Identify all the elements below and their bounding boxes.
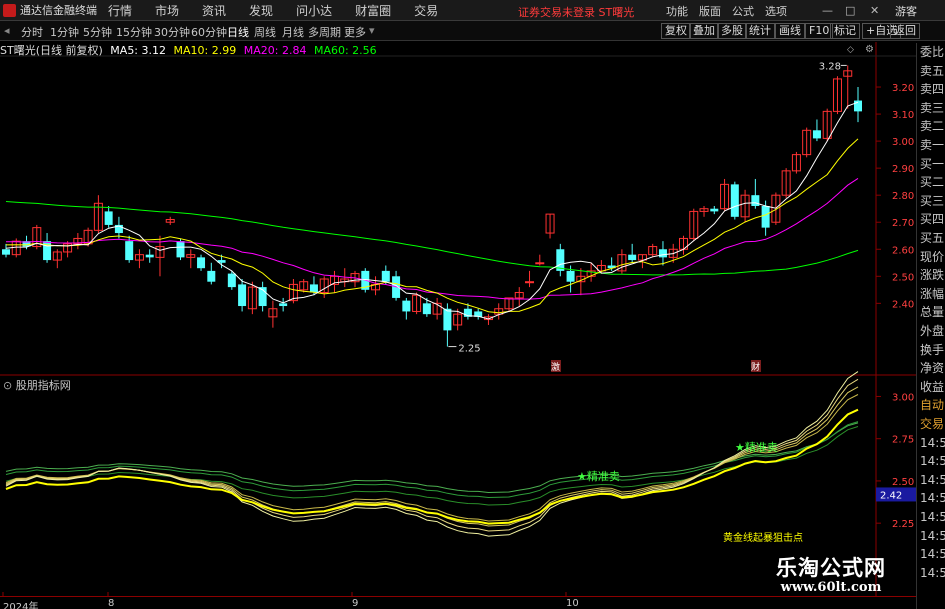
candle-body-down (761, 206, 770, 228)
indicator-tick-label: 2.75 (892, 435, 914, 446)
candle-body-down (197, 257, 206, 269)
quote-panel-label: 14:56 (920, 491, 945, 506)
indicator-tick-label: 2.25 (892, 519, 914, 530)
price-tick-label: 2.40 (892, 299, 914, 310)
quote-panel-label: 外盘 (920, 324, 945, 338)
candle-body-down (812, 130, 821, 139)
candle-body-down (443, 308, 452, 331)
candle-body-down (710, 208, 719, 212)
candle-body-down (658, 249, 667, 258)
sell-signal-label: ★精准卖 (735, 441, 778, 454)
quote-panel-label: 涨跌 (920, 268, 945, 283)
quote-panel-label: 卖二 (920, 119, 945, 134)
quote-panel-label: 收益 (920, 379, 945, 394)
diamond-icon: ◇ (847, 45, 854, 55)
date-axis: 2024年 8 9 10 (0, 596, 916, 609)
candle-body-down (628, 254, 637, 261)
quote-panel-label: 现价 (920, 249, 945, 264)
quote-panel-label: 买一 (920, 156, 945, 171)
candle-body-down (238, 284, 247, 307)
low-annotation: 2.25 (458, 344, 480, 355)
candle-body-up (525, 281, 535, 284)
price-tick-label: 2.60 (892, 245, 914, 256)
price-tick-label: 3.20 (892, 83, 914, 94)
quote-panel-label: 卖四 (920, 82, 945, 97)
sell-signal-label: ★精准卖 (577, 470, 620, 483)
indicator-title: ⊙ 股朋指标网 (3, 377, 71, 393)
candlestick-chart[interactable]: 3.20 3.10 3.00 2.90 2.80 2.70 2.60 2.50 2.40 3.28… (0, 0, 945, 609)
indicator-tick-label: 3.00 (892, 392, 914, 403)
candle-body-down (2, 249, 10, 255)
quote-side-panel: 委比卖五卖四卖三卖二卖一买一买二买三买四买五现价涨跌涨幅总量外盘换手净资收益自动… (916, 43, 945, 609)
candle-body-down (227, 273, 236, 288)
price-tick-label: 2.90 (892, 164, 914, 175)
candle-body-down (381, 270, 390, 282)
candle-body-down (566, 270, 575, 282)
candle-body-down (854, 100, 862, 112)
settings-icon: ⚙ (865, 44, 874, 55)
quote-panel-label: 买二 (920, 175, 945, 190)
quote-panel-label: 买四 (920, 212, 945, 227)
watermark-url: www.60lt.com (780, 580, 882, 595)
indicator-gold-line-4 (5, 371, 859, 537)
indicator-name: 股朋指标网 (15, 379, 71, 392)
candle-body-down (402, 300, 411, 312)
event-marker-label: 财 (751, 361, 760, 373)
candle-body-down (145, 254, 154, 258)
price-tick-label: 2.50 (892, 272, 914, 283)
quote-panel-label: 14:56 (920, 528, 945, 543)
indicator-gold-line-2 (5, 386, 859, 527)
indicator-note: 黄金线起暴狙击点 (723, 531, 803, 544)
quote-panel-label: 买五 (920, 231, 945, 245)
price-tick-label: 3.00 (892, 137, 914, 148)
quote-panel-label: 自动 (920, 398, 945, 413)
quote-panel-label: 14:56 (920, 454, 945, 469)
candle-body-down (730, 184, 739, 217)
candle-body-down (279, 303, 288, 307)
event-marker-label: 激 (551, 361, 560, 373)
indicator-gold-line-3 (5, 378, 859, 532)
quote-panel-label: 换手 (920, 342, 945, 357)
indicator-icon: ⊙ (3, 379, 13, 392)
quote-panel-label: 交易 (920, 417, 945, 431)
price-tick-label: 3.10 (892, 110, 914, 121)
price-tick-label: 2.70 (892, 218, 914, 229)
watermark: 乐淘公式网 www.60lt.com (776, 556, 886, 595)
quote-panel-label: 涨幅 (920, 286, 945, 301)
date-tick: 9 (352, 598, 359, 609)
quote-panel-label: 14:56 (920, 435, 945, 450)
price-tick-label: 2.80 (892, 191, 914, 202)
quote-panel-label: 卖三 (920, 100, 945, 115)
watermark-title: 乐淘公式网 (776, 556, 886, 580)
date-tick: 10 (566, 598, 579, 609)
ma5-line (5, 101, 859, 320)
quote-panel-label: 14:56 (920, 565, 945, 580)
candle-body-down (422, 303, 431, 315)
current-value-label: 2.42 (880, 490, 902, 501)
quote-panel-label: 买三 (920, 193, 945, 208)
ma10-line (5, 138, 859, 314)
candle-body-down (176, 241, 185, 258)
candle-body-down (207, 270, 216, 282)
indicator-green-line-3 (5, 426, 859, 506)
candle-body-down (104, 211, 113, 225)
quote-panel-label: 14:56 (920, 510, 945, 524)
quote-panel-label: 卖五 (920, 63, 945, 78)
quote-panel-label: 净资 (920, 361, 945, 376)
quote-panel-label: 委比 (920, 45, 945, 59)
candle-body-down (751, 195, 760, 206)
candle-body-down (309, 284, 318, 293)
indicator-tick-label: 2.50 (892, 477, 914, 488)
quote-panel-label: 总量 (920, 305, 945, 320)
quote-panel-label: 卖一 (920, 138, 945, 152)
date-tick: 2024年 (3, 602, 39, 609)
candle-body-up (535, 262, 545, 265)
high-annotation: 3.28 (819, 61, 841, 72)
candle-body-down (125, 241, 134, 261)
quote-panel-label: 14:56 (920, 472, 945, 487)
date-tick: 8 (108, 598, 115, 609)
quote-panel-label: 14:56 (920, 547, 945, 562)
